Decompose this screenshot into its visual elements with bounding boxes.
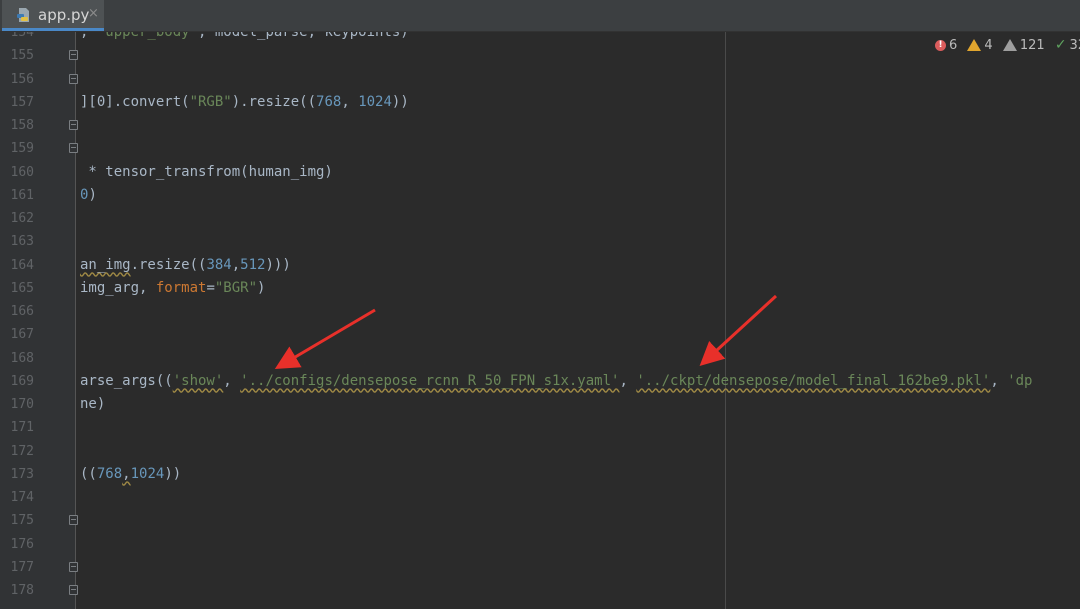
editor-tab-bar: app.py × — [0, 0, 1080, 32]
tab-app-py[interactable]: app.py × — [2, 0, 104, 31]
python-file-icon — [17, 8, 29, 22]
red-arrow-right — [699, 294, 778, 367]
close-icon[interactable]: × — [88, 6, 99, 21]
tab-filename: app.py — [38, 6, 90, 24]
red-arrow-left — [274, 308, 376, 370]
annotation-arrows — [274, 294, 778, 370]
code-editor[interactable]: 154, "upper_body", model_parse, keypoint… — [0, 32, 1080, 609]
